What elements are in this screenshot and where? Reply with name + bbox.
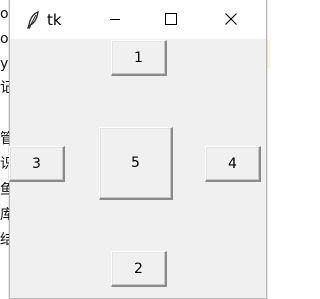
minimize-button[interactable] [92,0,138,39]
button-right[interactable]: 4 [205,146,261,182]
window-title: tk [47,11,62,29]
title-bar[interactable]: tk [10,0,266,39]
maximize-icon [165,10,177,29]
button-top-label: 1 [134,49,143,66]
button-left-label: 3 [32,155,41,172]
tk-window: tk 1 5 3 4 2 [9,0,267,299]
minimize-icon [109,10,121,29]
button-top[interactable]: 1 [111,40,167,76]
close-icon [225,10,237,29]
button-center-label: 5 [131,155,140,171]
button-bottom-label: 2 [134,260,143,277]
button-bottom[interactable]: 2 [111,251,167,287]
button-left[interactable]: 3 [9,146,65,182]
feather-icon [24,10,44,30]
button-center[interactable]: 5 [99,127,173,200]
close-button[interactable] [208,0,254,39]
maximize-button[interactable] [148,0,194,39]
button-right-label: 4 [228,155,237,172]
